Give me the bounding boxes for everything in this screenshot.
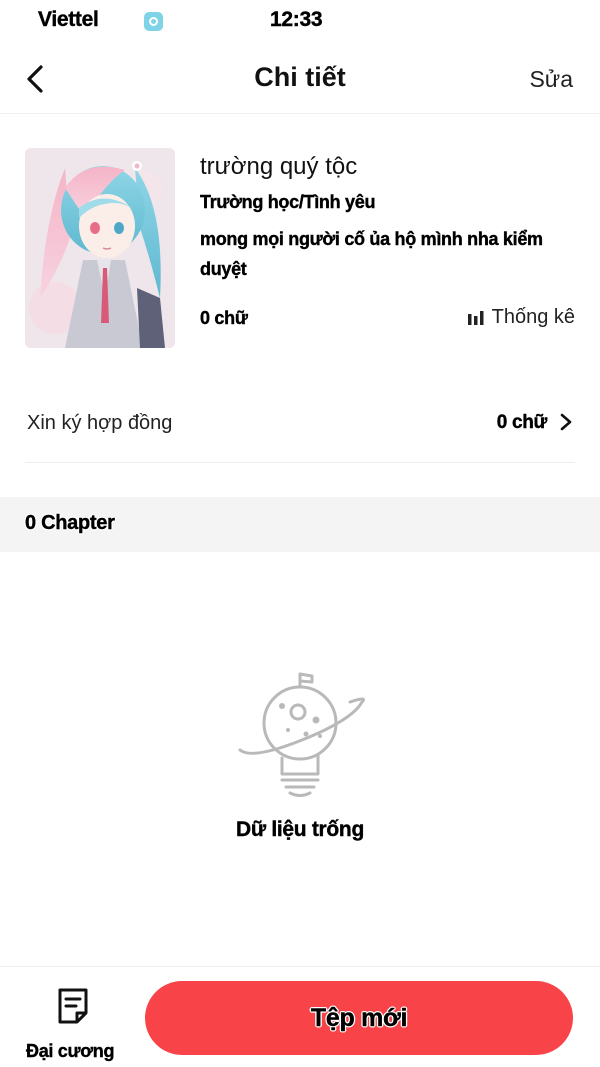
contract-row[interactable]: Xin ký hợp đồng 0 chữ <box>25 395 575 463</box>
book-info: trường quý tộc Trường học/Tình yêu mong … <box>200 148 575 348</box>
stats-button[interactable]: Thống kê <box>467 306 575 329</box>
new-file-label: Tệp mới <box>310 1003 408 1032</box>
outline-label: Đại cương <box>26 1041 115 1061</box>
page-title: Chi tiết <box>254 62 346 92</box>
chapter-section-header: 0 Chapter <box>0 497 600 552</box>
book-title: trường quý tộc <box>200 153 358 180</box>
status-clock: 12:33 <box>270 8 323 31</box>
nav-bar: Chi tiết Sửa <box>0 44 600 114</box>
document-icon <box>58 988 88 1024</box>
anime-girl-cover-image <box>25 148 175 348</box>
book-genre: Trường học/Tình yêu <box>200 192 376 212</box>
book-word-count: 0 chữ <box>200 308 248 328</box>
book-description: mong mọi người cố ủa hộ mình nha kiểm du… <box>200 229 543 279</box>
outline-button[interactable]: Đại cương <box>20 981 124 1061</box>
chapter-count: 0 Chapter <box>25 512 115 534</box>
empty-state-text: Dữ liệu trống <box>236 818 365 841</box>
contract-label: Xin ký hợp đồng <box>27 412 173 434</box>
edit-button[interactable]: Sửa <box>529 66 573 93</box>
chevron-right-icon <box>560 413 572 431</box>
book-cover-image[interactable] <box>25 148 175 348</box>
cloud-app-icon <box>144 12 163 31</box>
bottom-bar: Đại cương Tệp mới <box>0 966 600 1067</box>
carrier-name: Viettel <box>38 8 99 31</box>
contract-word-count: 0 chữ <box>496 412 548 433</box>
bar-chart-icon <box>467 310 484 325</box>
new-file-button[interactable]: Tệp mới <box>145 981 573 1055</box>
book-card: trường quý tộc Trường học/Tình yêu mong … <box>25 148 575 348</box>
stats-label: Thống kê <box>491 306 575 328</box>
status-bar: Viettel 12:33 <box>0 0 600 44</box>
planet-bulb-icon <box>238 672 365 797</box>
